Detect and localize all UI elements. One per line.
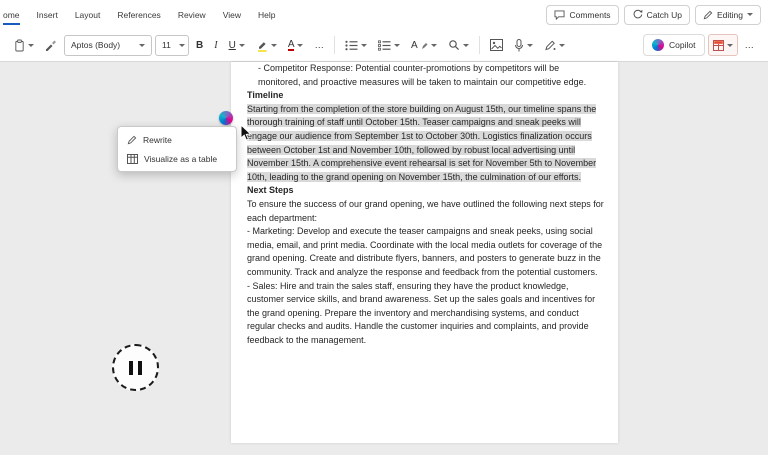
chevron-down-icon [271,44,277,47]
pause-indicator [112,344,159,391]
heading-timeline[interactable]: Timeline [247,89,604,103]
tab-view[interactable]: View [223,3,241,27]
bold-button[interactable]: B [192,34,207,56]
copilot-margin-icon[interactable] [219,111,233,125]
more-formatting-button[interactable]: … [310,34,328,56]
format-painter-button[interactable] [41,34,61,56]
paragraph-competitor-response[interactable]: - Competitor Response: Potential counter… [247,62,604,89]
copilot-label: Copilot [669,40,695,50]
ribbon-tabs: ome Insert Layout References Review View… [3,3,275,27]
chevron-down-icon [297,44,303,47]
catch-up-label: Catch Up [647,10,682,20]
tab-insert[interactable]: Insert [37,3,58,27]
paragraph-sales[interactable]: - Sales: Hire and train the sales staff,… [247,280,604,348]
editing-label: Editing [717,10,743,20]
menu-bar: ome Insert Layout References Review View… [0,0,768,29]
paragraph-timeline[interactable]: Starting from the completion of the stor… [247,103,604,185]
font-name-select[interactable]: Aptos (Body) [64,35,152,56]
chevron-down-icon [747,13,753,16]
bullets-button[interactable] [341,34,371,56]
bullet-list-icon [345,40,358,51]
microphone-icon [514,39,524,52]
editor-button[interactable] [540,34,569,56]
catch-up-icon [632,9,643,20]
styles-letter: A [411,40,418,51]
chevron-down-icon [527,44,533,47]
dictate-button[interactable] [510,34,537,56]
underline-letter: U [229,40,236,51]
tab-home[interactable]: ome [3,3,20,27]
divider [334,36,335,54]
chevron-down-icon [394,44,400,47]
ribbon-toolbar: Aptos (Body) 11 B I U A … [0,29,768,62]
document-body: - Competitor Response: Potential counter… [247,62,604,347]
copilot-context-menu: Rewrite Visualize as a table [117,126,237,172]
heading-next-steps[interactable]: Next Steps [247,184,604,198]
chevron-down-icon [727,44,733,47]
comment-icon [554,10,565,20]
font-size-select[interactable]: 11 [155,35,189,56]
font-name-value: Aptos (Body) [71,40,120,50]
paste-button[interactable] [10,34,38,56]
tab-layout[interactable]: Layout [75,3,101,27]
tab-references[interactable]: References [117,3,160,27]
rewrite-label: Rewrite [143,135,172,145]
tab-review[interactable]: Review [178,3,206,27]
underline-button[interactable]: U [225,34,249,56]
font-color-button[interactable]: A [284,34,308,56]
font-color-letter: A [288,40,295,51]
brush-icon [45,39,57,51]
search-icon [448,39,460,51]
chevron-down-icon [559,44,565,47]
font-size-value: 11 [162,40,171,50]
pause-icon [129,361,142,375]
style-brush-icon [421,41,428,50]
menu-item-visualize-as-table[interactable]: Visualize as a table [118,149,236,168]
chevron-down-icon [139,44,145,47]
clipboard-icon [14,39,25,52]
mouse-cursor [240,124,253,142]
editor-pen-icon [544,39,556,51]
find-button[interactable] [444,34,473,56]
document-canvas: - Competitor Response: Potential counter… [0,62,768,455]
paragraph-next-steps-intro[interactable]: To ensure the success of our grand openi… [247,198,604,225]
menu-item-rewrite[interactable]: Rewrite [118,130,236,149]
divider [479,36,480,54]
paragraph-marketing[interactable]: - Marketing: Develop and execute the tea… [247,225,604,279]
rewrite-pen-icon [127,135,137,145]
word-app-window: ome Insert Layout References Review View… [0,0,768,455]
comments-button[interactable]: Comments [546,5,618,25]
document-page[interactable]: - Competitor Response: Potential counter… [231,62,618,443]
chevron-down-icon [463,44,469,47]
menu-actions: Comments Catch Up Editing [546,5,761,25]
italic-button[interactable]: I [210,34,221,56]
highlighter-icon [256,39,268,52]
pencil-icon [703,10,713,20]
comments-label: Comments [569,10,610,20]
insert-picture-button[interactable] [486,34,507,56]
selected-text[interactable]: Starting from the completion of the stor… [247,104,596,182]
designer-grid-icon [713,40,724,51]
more-toolbar-button[interactable]: … [741,34,759,56]
catch-up-button[interactable]: Catch Up [624,5,690,25]
tab-help[interactable]: Help [258,3,275,27]
picture-icon [490,39,503,51]
chevron-down-icon [239,44,245,47]
copilot-button[interactable]: Copilot [643,34,704,56]
visualize-table-label: Visualize as a table [144,154,217,164]
chevron-down-icon [361,44,367,47]
copilot-icon [652,39,664,51]
table-icon [127,154,138,164]
chevron-down-icon [28,44,34,47]
editing-mode-button[interactable]: Editing [695,5,761,25]
chevron-down-icon [179,44,185,47]
chevron-down-icon [431,44,437,47]
styles-button[interactable]: A [407,34,441,56]
designer-button[interactable] [708,34,738,56]
numbering-button[interactable] [374,34,404,56]
highlight-button[interactable] [252,34,281,56]
numbered-list-icon [378,40,391,51]
